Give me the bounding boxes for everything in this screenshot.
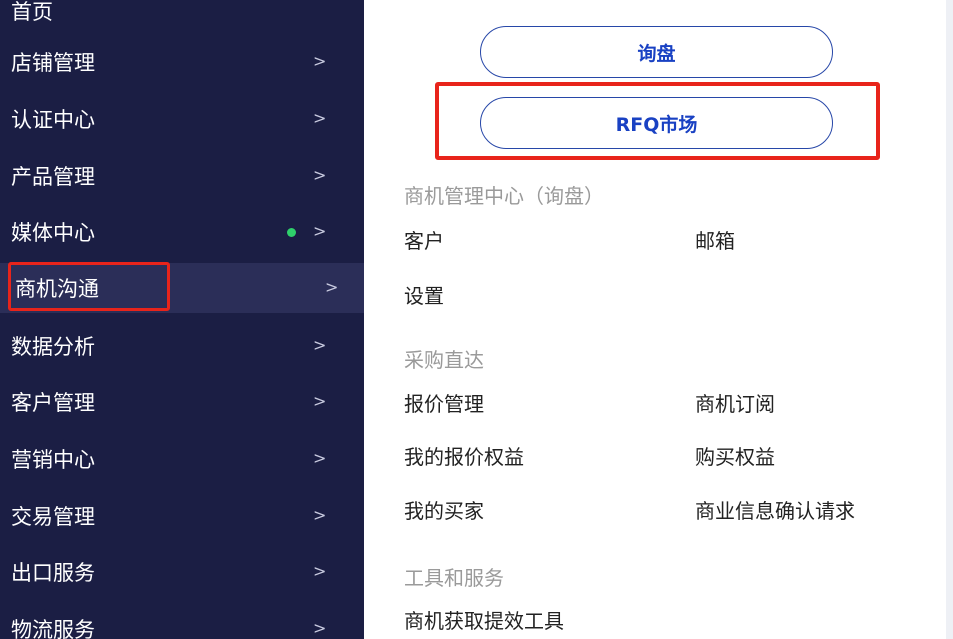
link-opportunity-subscription[interactable]: 商机订阅 — [695, 388, 775, 417]
link-my-buyers[interactable]: 我的买家 — [404, 495, 484, 524]
chevron-right-icon: > — [313, 561, 327, 581]
sidebar-item-label: 出口服务 — [11, 561, 95, 585]
chevron-right-icon: > — [313, 165, 327, 185]
sidebar-item-label: 认证中心 — [11, 108, 95, 132]
sidebar-item-label: 产品管理 — [11, 165, 95, 189]
sidebar-item-label: 营销中心 — [11, 448, 95, 472]
chevron-right-icon: > — [313, 618, 327, 638]
link-business-info-confirmation[interactable]: 商业信息确认请求 — [695, 495, 855, 524]
sidebar-item-marketing-center[interactable]: 营销中心 > — [0, 431, 364, 487]
sidebar-item-label: 数据分析 — [11, 335, 95, 359]
inquiry-button[interactable]: 询盘 — [480, 26, 833, 78]
link-mailbox[interactable]: 邮箱 — [695, 225, 735, 254]
section-title-direct-purchase: 采购直达 — [404, 348, 484, 372]
sidebar-item-data-analysis[interactable]: 数据分析 > — [0, 318, 364, 374]
sidebar-item-label: 物流服务 — [11, 618, 95, 639]
chevron-right-icon: > — [313, 108, 327, 128]
link-customers[interactable]: 客户 — [404, 225, 444, 254]
section-title-tools-services: 工具和服务 — [404, 566, 504, 590]
section-title-inquiry-center: 商机管理中心（询盘） — [404, 184, 604, 208]
sidebar-item-home[interactable]: 首页 — [0, 0, 364, 28]
sidebar-item-label: 交易管理 — [11, 505, 95, 529]
sidebar-item-media-center[interactable]: 媒体中心 > — [0, 204, 364, 260]
chevron-right-icon: > — [313, 448, 327, 468]
chevron-right-icon: > — [313, 51, 327, 71]
sidebar-item-label: 首页 — [11, 0, 53, 24]
sidebar: 首页 店铺管理 > 认证中心 > 产品管理 > 媒体中心 > 商机沟通 > 数据… — [0, 0, 364, 639]
sidebar-item-customer-management[interactable]: 客户管理 > — [0, 374, 364, 430]
sidebar-item-product-management[interactable]: 产品管理 > — [0, 148, 364, 204]
sidebar-item-label: 媒体中心 — [11, 221, 95, 245]
background-edge — [946, 0, 953, 639]
chevron-right-icon: > — [313, 391, 327, 411]
chevron-right-icon: > — [313, 221, 327, 241]
link-settings[interactable]: 设置 — [404, 280, 444, 309]
sidebar-item-logistics-services[interactable]: 物流服务 > — [0, 601, 364, 639]
sidebar-item-label: 店铺管理 — [11, 51, 95, 75]
highlight-box-rfq — [435, 82, 880, 160]
chevron-right-icon: > — [313, 335, 327, 355]
notification-dot — [287, 228, 296, 237]
link-quote-management[interactable]: 报价管理 — [404, 388, 484, 417]
sidebar-item-certification[interactable]: 认证中心 > — [0, 91, 364, 147]
link-purchase-benefits[interactable]: 购买权益 — [695, 441, 775, 470]
chevron-right-icon: > — [325, 277, 339, 297]
sidebar-item-store-management[interactable]: 店铺管理 > — [0, 34, 364, 90]
sidebar-item-label: 客户管理 — [11, 391, 95, 415]
sidebar-item-export-services[interactable]: 出口服务 > — [0, 544, 364, 600]
highlight-box-sidebar — [8, 262, 170, 311]
chevron-right-icon: > — [313, 505, 327, 525]
sidebar-item-trade-management[interactable]: 交易管理 > — [0, 488, 364, 544]
link-opportunity-tools[interactable]: 商机获取提效工具 — [404, 605, 564, 634]
link-my-quote-benefits[interactable]: 我的报价权益 — [404, 441, 524, 470]
